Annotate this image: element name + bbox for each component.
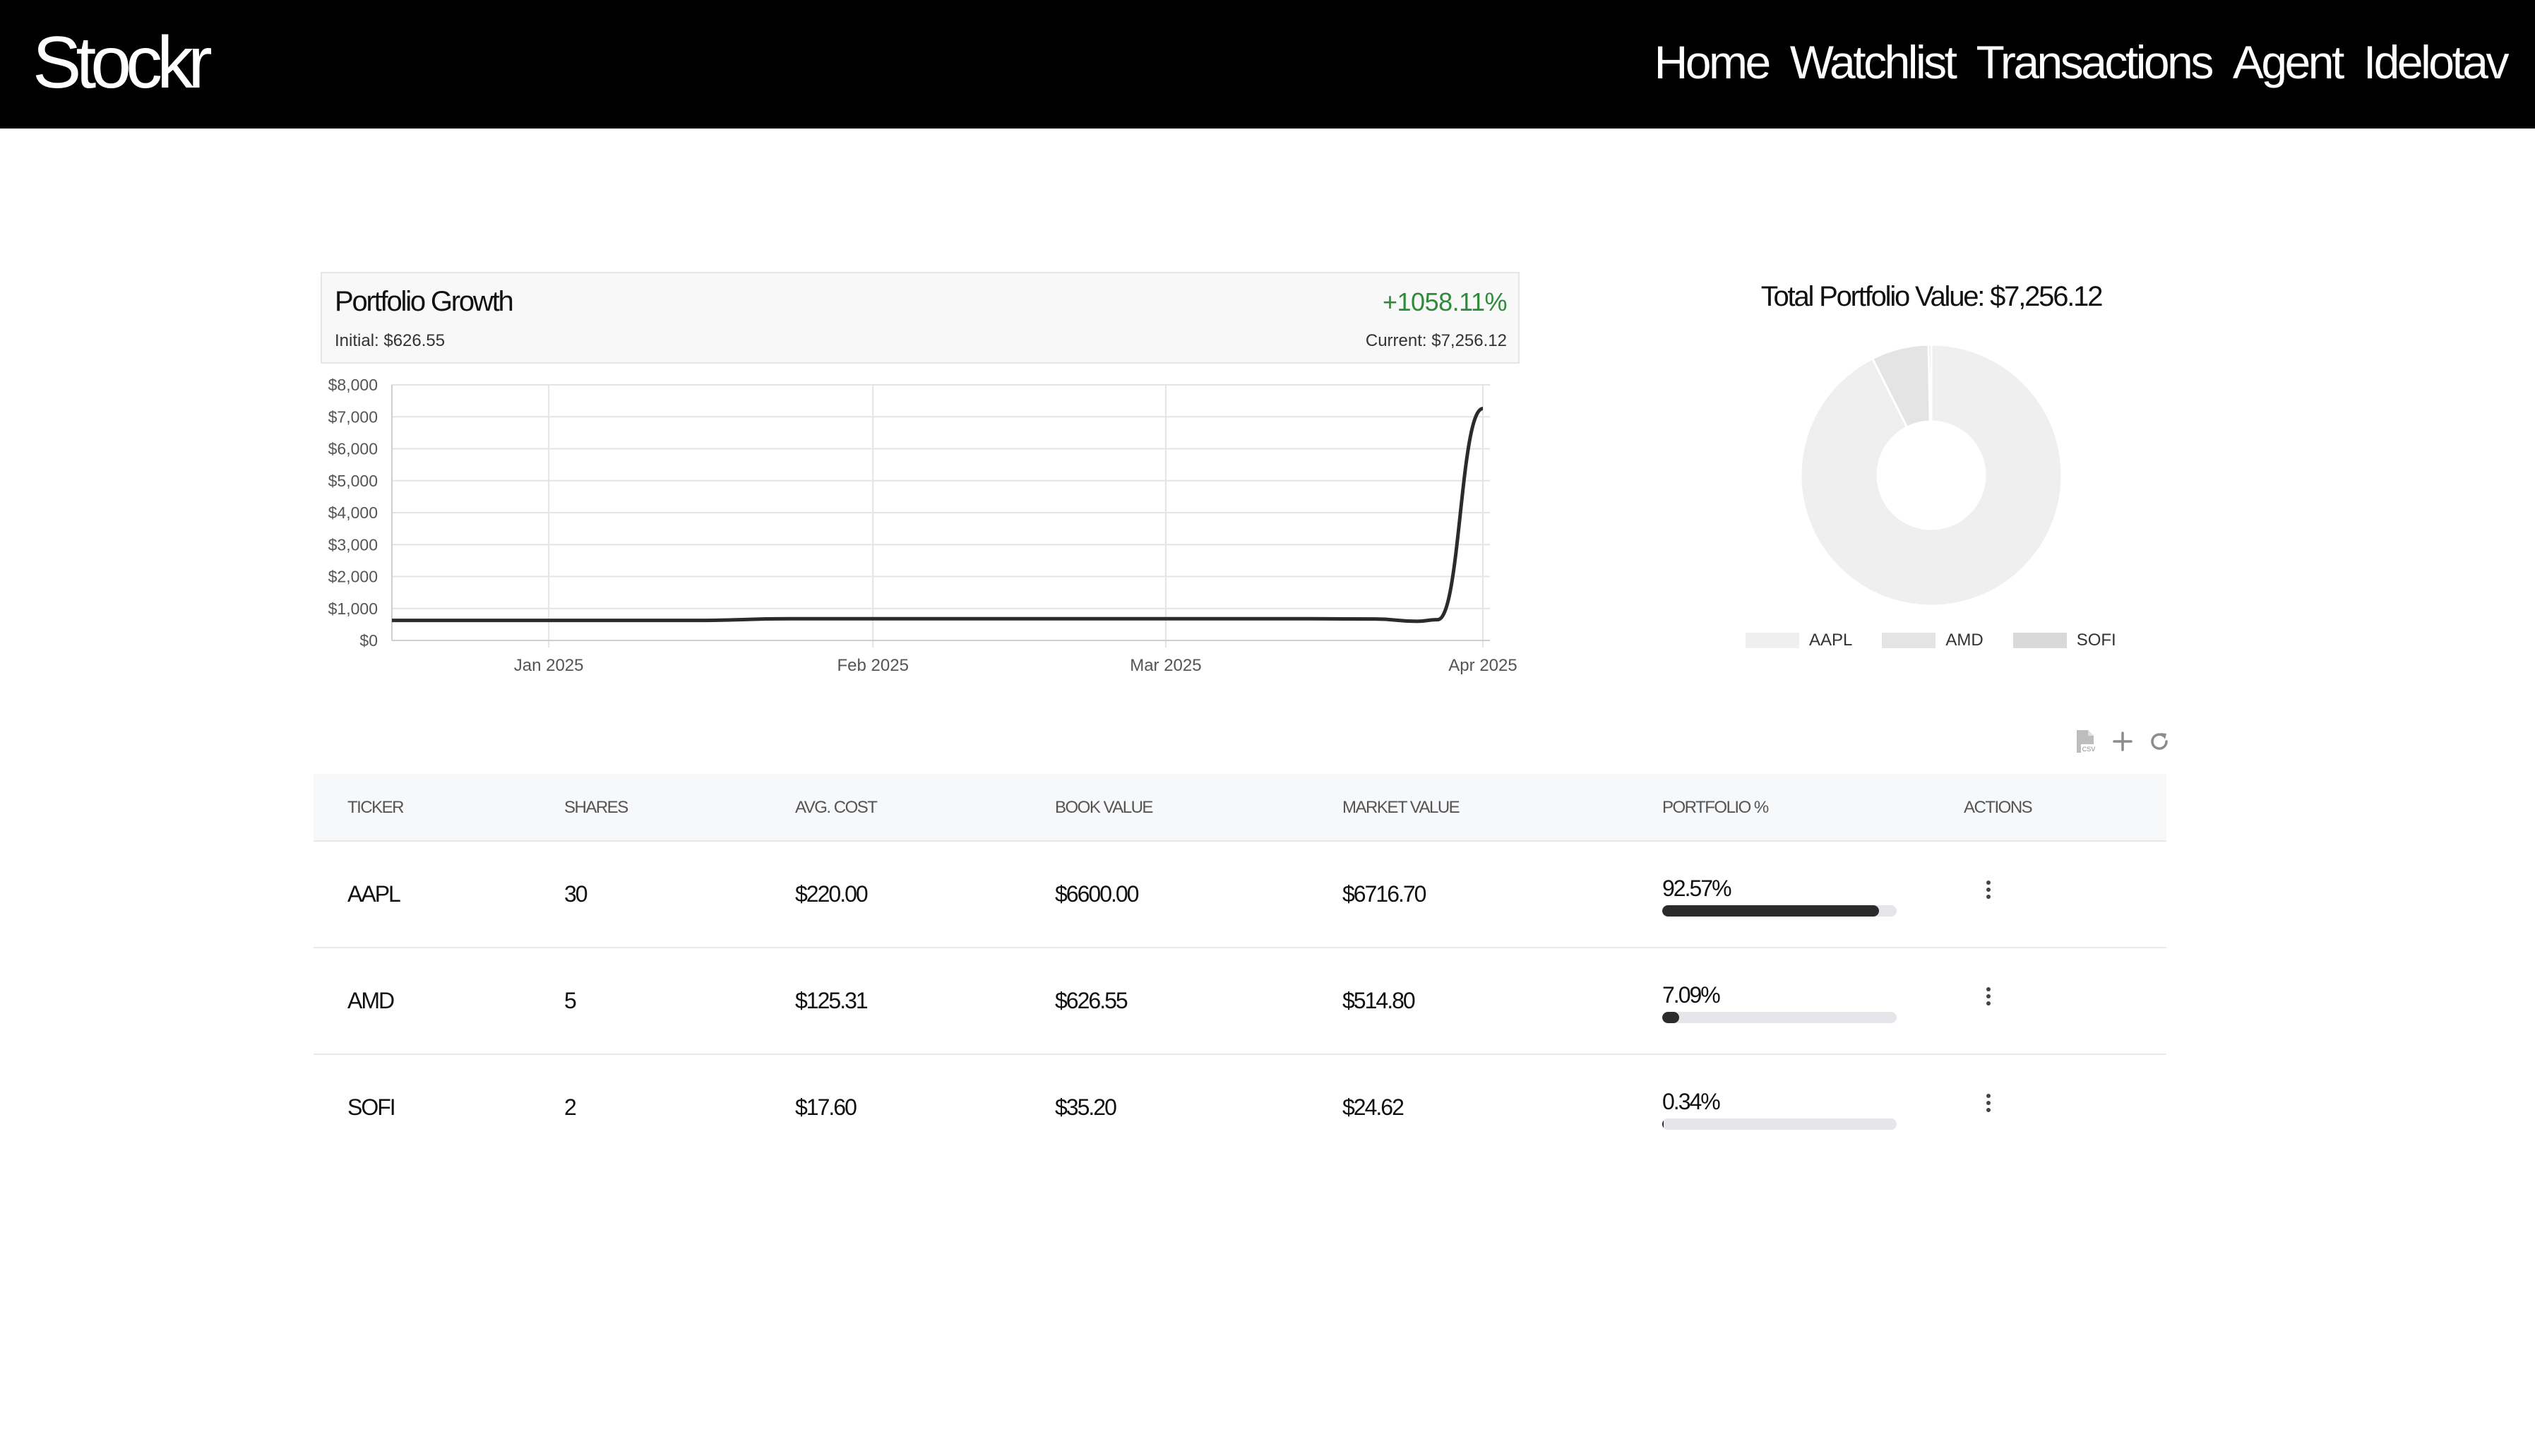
legend-label: SOFI — [2076, 631, 2116, 650]
cell-avg-cost: $220.00 — [795, 881, 869, 907]
cell-market-value: $24.62 — [1342, 1094, 1404, 1120]
brand-logo[interactable]: Stockr — [32, 17, 213, 109]
x-tick-label: Mar 2025 — [1130, 656, 1201, 675]
cell-book-value: $35.20 — [1055, 1094, 1117, 1120]
svg-text:CSV: CSV — [2082, 746, 2096, 753]
cell-shares: 30 — [564, 881, 588, 907]
donut-legend: AAPL AMD SOFI — [1746, 631, 2146, 650]
column-header-avg-cost[interactable]: AVG. COST — [795, 798, 878, 818]
cell-ticker[interactable]: AAPL — [347, 881, 401, 907]
nav-home-link[interactable]: Home — [1654, 30, 1772, 94]
y-tick-label: $1,000 — [328, 599, 378, 618]
legend-item-sofi[interactable]: SOFI — [2012, 631, 2116, 650]
y-tick-label: $7,000 — [328, 407, 378, 426]
legend-label: AAPL — [1809, 631, 1853, 650]
growth-card-header: Portfolio Growth +1058.11% Initial: $626… — [321, 272, 1520, 364]
allocation-donut-chart — [1799, 343, 2063, 607]
cell-book-value: $626.55 — [1055, 988, 1128, 1013]
legend-swatch — [1746, 633, 1799, 648]
more-actions-icon[interactable] — [1980, 876, 1997, 904]
x-tick-label: Apr 2025 — [1448, 656, 1517, 675]
cell-shares: 5 — [564, 988, 577, 1013]
cell-ticker[interactable]: AMD — [347, 988, 395, 1014]
add-icon[interactable] — [2108, 727, 2137, 756]
table-header-row: TICKER SHARES AVG. COST BOOK VALUE MARKE… — [314, 774, 2166, 842]
cell-market-value: $6716.70 — [1342, 881, 1426, 907]
cell-ticker[interactable]: SOFI — [347, 1094, 396, 1121]
y-tick-label: $4,000 — [328, 503, 378, 522]
legend-item-amd[interactable]: AMD — [1882, 631, 1984, 650]
portfolio-pct-bar — [1662, 1118, 1897, 1130]
legend-swatch — [1882, 633, 1936, 648]
main-nav: Home Watchlist Transactions Agent Idelot… — [1633, 27, 2510, 97]
growth-change-percent: +1058.11% — [1383, 287, 1508, 316]
cell-shares: 2 — [564, 1094, 577, 1120]
growth-title: Portfolio Growth — [335, 286, 514, 317]
donut-slice-sofi[interactable] — [1927, 343, 1933, 423]
nav-transactions-link[interactable]: Transactions — [1976, 30, 2214, 94]
cell-market-value: $514.80 — [1342, 988, 1416, 1013]
cell-portfolio-pct: 92.57% — [1662, 876, 1732, 901]
portfolio-pct-bar — [1662, 1012, 1897, 1023]
column-header-ticker[interactable]: TICKER — [347, 798, 405, 818]
growth-current-value: Current: $7,256.12 — [1365, 331, 1507, 350]
y-tick-label: $2,000 — [328, 568, 378, 586]
growth-initial-value: Initial: $626.55 — [335, 331, 446, 350]
y-tick-label: $6,000 — [328, 440, 378, 458]
more-actions-icon[interactable] — [1980, 982, 1997, 1010]
portfolio-total-value-title: Total Portfolio Value: $7,256.12 — [1760, 281, 2104, 312]
y-tick-label: $5,000 — [328, 472, 378, 490]
portfolio-value-line — [391, 407, 1484, 623]
y-tick-label: $0 — [359, 631, 378, 650]
csv-export-icon[interactable]: CSV — [2072, 727, 2100, 756]
portfolio-pct-bar-fill — [1662, 1012, 1679, 1023]
cell-portfolio-pct: 7.09% — [1662, 982, 1721, 1008]
x-tick-label: Jan 2025 — [514, 656, 584, 675]
table-row: SOFI 2 $17.60 $35.20 $24.62 0.34% — [314, 1055, 2166, 1162]
legend-item-aapl[interactable]: AAPL — [1746, 631, 1852, 650]
table-row: AMD 5 $125.31 $626.55 $514.80 7.09% — [314, 948, 2166, 1055]
more-actions-icon[interactable] — [1980, 1089, 1997, 1117]
column-header-shares[interactable]: SHARES — [564, 798, 628, 818]
column-header-market-value[interactable]: MARKET VALUE — [1342, 798, 1460, 818]
holdings-table: TICKER SHARES AVG. COST BOOK VALUE MARKE… — [314, 774, 2166, 1162]
cell-avg-cost: $125.31 — [795, 988, 869, 1013]
column-header-book-value[interactable]: BOOK VALUE — [1055, 798, 1153, 818]
y-tick-label: $8,000 — [328, 376, 378, 394]
top-navbar: Stockr Home Watchlist Transactions Agent… — [0, 0, 2535, 129]
table-row: AAPL 30 $220.00 $6600.00 $6716.70 92.57% — [314, 842, 2166, 948]
cell-avg-cost: $17.60 — [795, 1094, 857, 1120]
y-tick-label: $3,000 — [328, 535, 378, 554]
legend-label: AMD — [1945, 631, 1984, 650]
cell-book-value: $6600.00 — [1055, 881, 1139, 907]
portfolio-pct-bar-fill — [1662, 905, 1880, 917]
portfolio-pct-bar-fill — [1662, 1118, 1664, 1130]
cell-portfolio-pct: 0.34% — [1662, 1089, 1721, 1114]
column-header-actions: ACTIONS — [1964, 798, 2033, 817]
portfolio-pct-bar — [1662, 905, 1897, 917]
table-toolbar: CSV — [2063, 727, 2173, 756]
portfolio-growth-chart: $0 $1,000 $2,000 $3,000 $4,000 $5,000 $6,000 $7… — [328, 376, 1517, 675]
column-header-portfolio-pct[interactable]: PORTFOLIO % — [1662, 798, 1769, 818]
nav-user-link[interactable]: Idelotav — [2363, 30, 2510, 94]
nav-watchlist-link[interactable]: Watchlist — [1790, 30, 1957, 94]
x-tick-label: Feb 2025 — [837, 656, 909, 675]
nav-agent-link[interactable]: Agent — [2233, 30, 2344, 94]
refresh-icon[interactable] — [2145, 727, 2173, 756]
legend-swatch — [2012, 633, 2067, 648]
